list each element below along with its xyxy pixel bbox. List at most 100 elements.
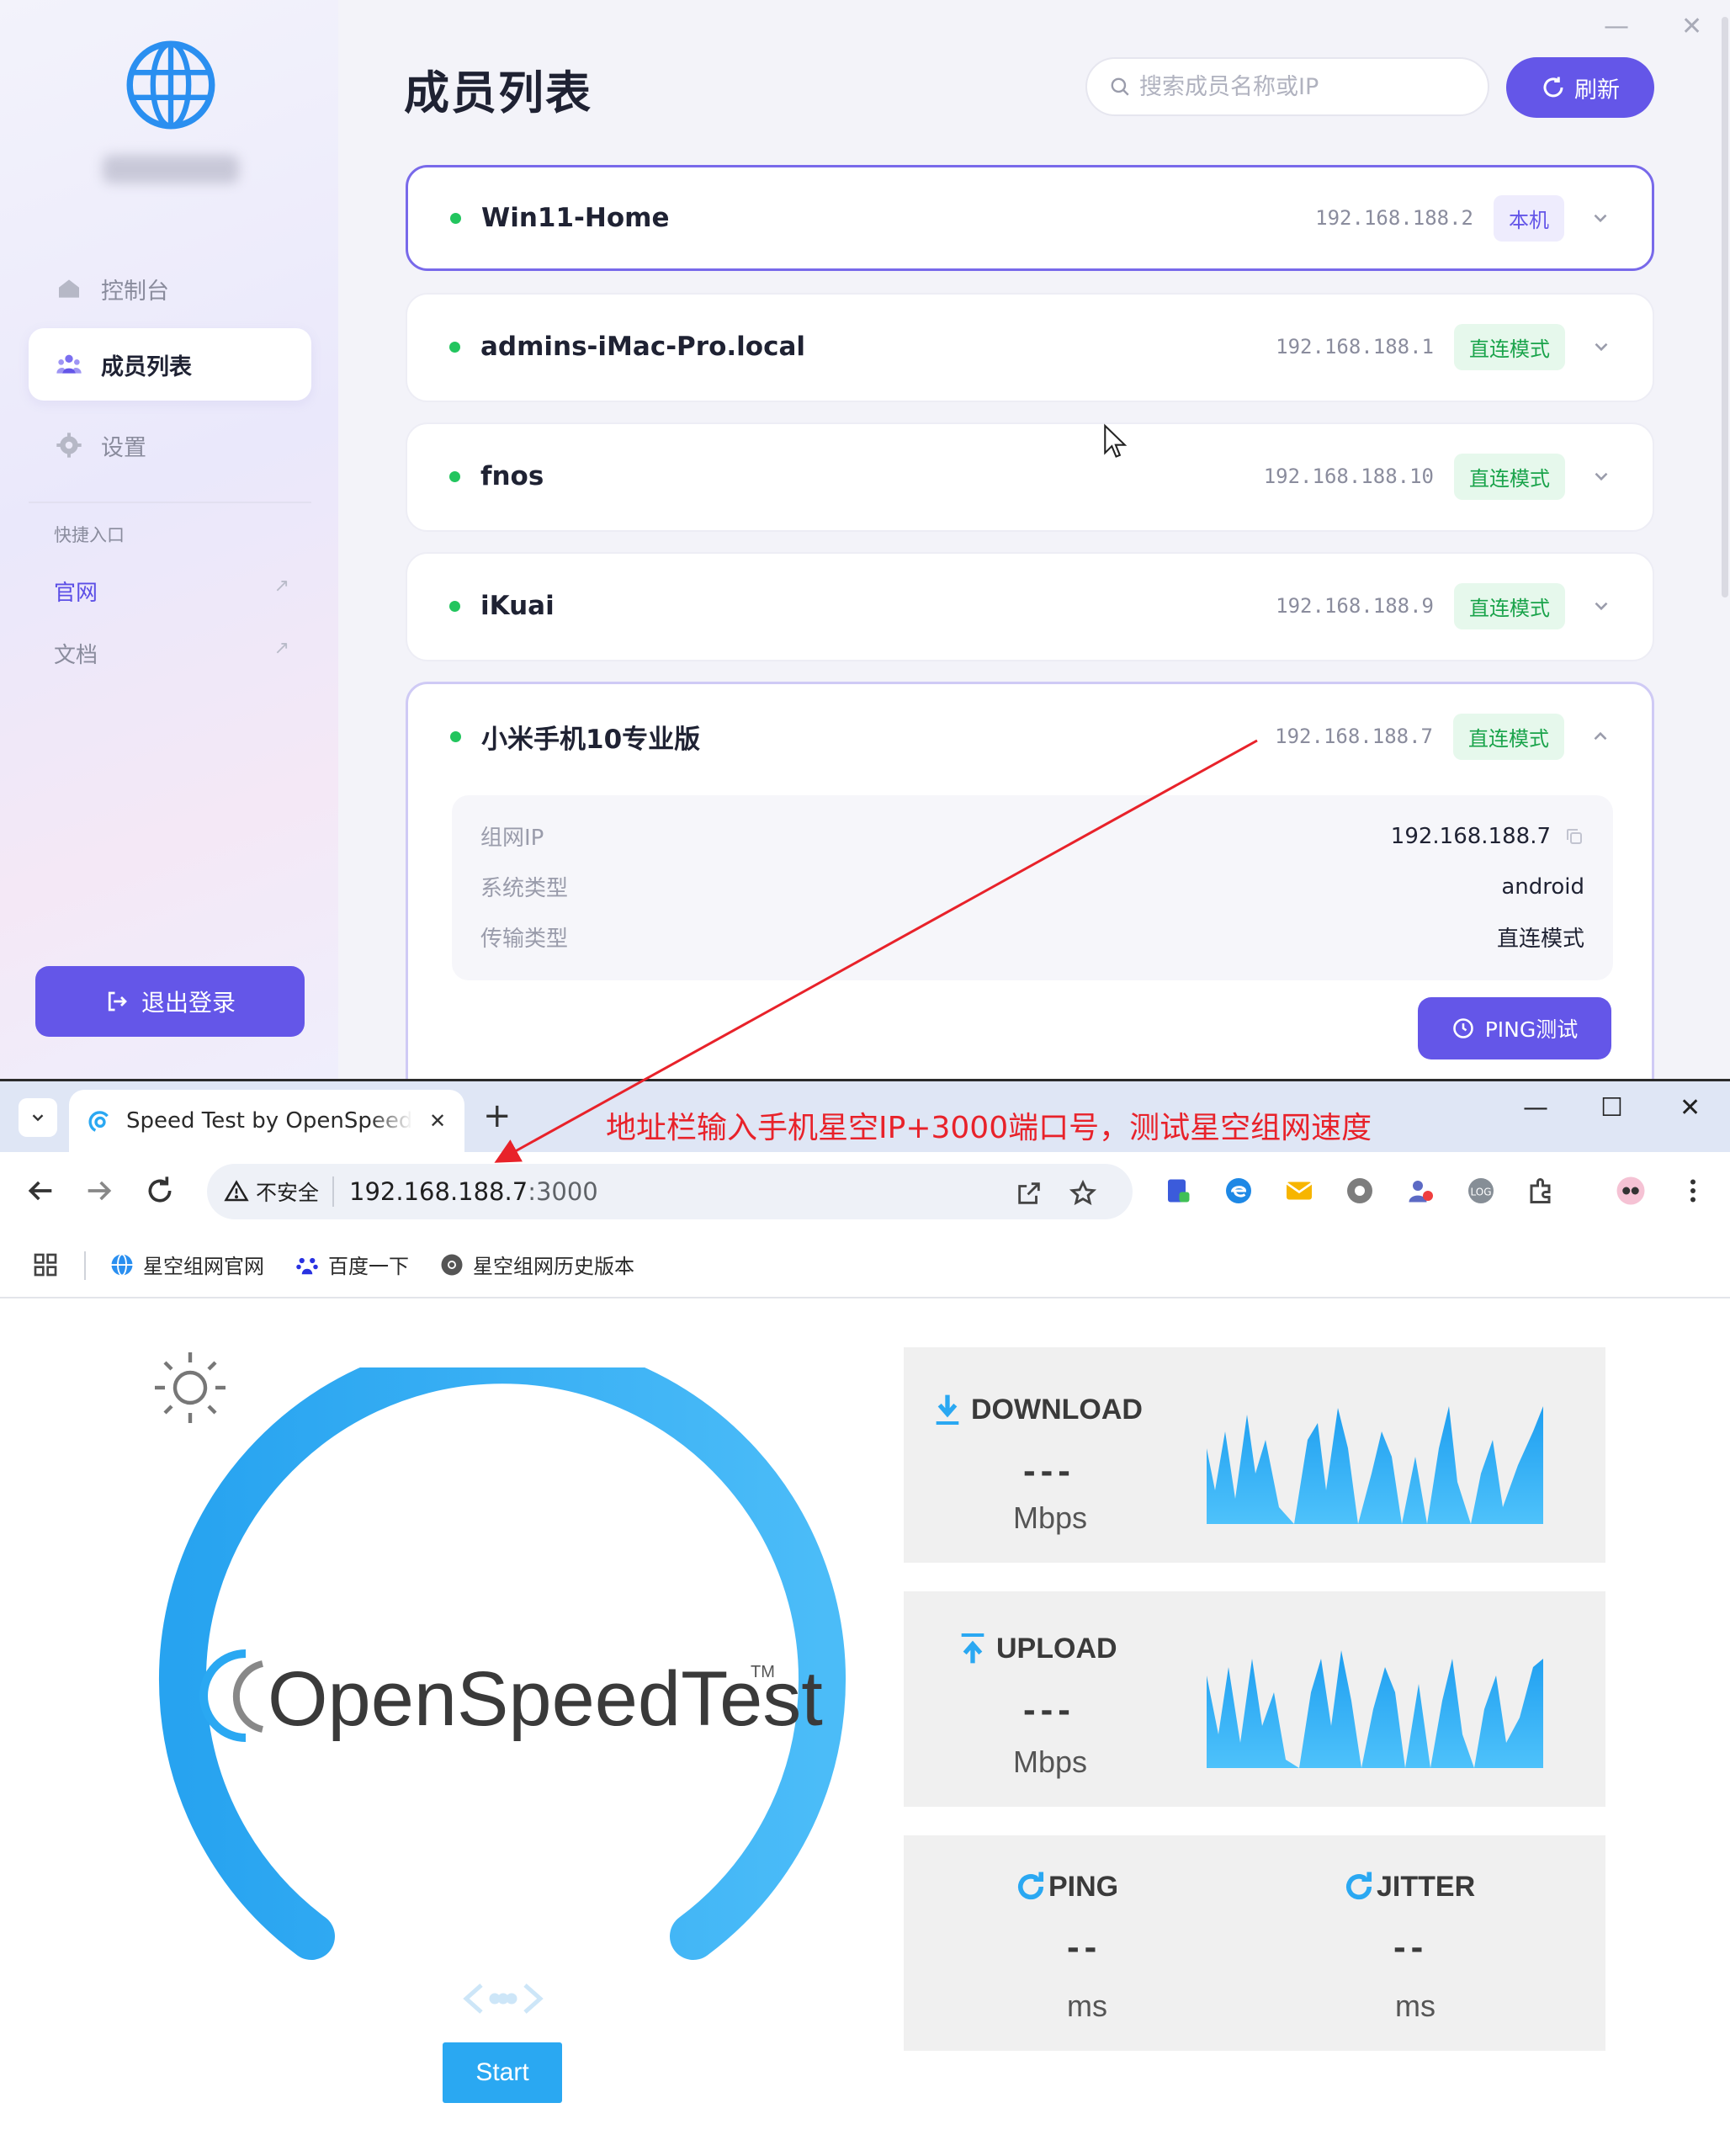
browser-maximize-button[interactable]: ☐ (1600, 1093, 1623, 1123)
connection-mode-badge: 直连模式 (1453, 713, 1564, 760)
start-test-button[interactable]: Start (443, 2042, 562, 2103)
quick-link-label: 文档 (54, 643, 98, 668)
upload-arrow-icon (961, 1633, 984, 1664)
download-arrow-icon (936, 1394, 959, 1425)
member-name: iKuai (480, 591, 555, 621)
baidu-paw-icon (296, 1257, 318, 1274)
member-card-win11-home[interactable]: Win11-Home 192.168.188.2 本机 (406, 165, 1654, 271)
extension-user-icon[interactable] (1405, 1176, 1435, 1206)
extension-reader-icon[interactable] (1163, 1176, 1193, 1206)
app-logo-globe-icon (126, 40, 215, 130)
quick-link-website[interactable]: 官网 ↗ (54, 576, 289, 607)
ping-test-button[interactable]: PING测试 (1418, 997, 1611, 1059)
gear-icon (56, 433, 82, 458)
instruction-annotation: 地址栏输入手机星空IP+3000端口号，测试星空组网速度 (606, 1111, 1372, 1145)
chevron-down-icon (32, 1114, 44, 1122)
chevron-down-icon[interactable] (1590, 336, 1612, 358)
share-icon[interactable] (1015, 1179, 1043, 1208)
profile-avatar-icon[interactable] (1616, 1176, 1646, 1206)
browser-toolbar: 不安全 192.168.188.7:3000 LOG (0, 1152, 1730, 1233)
mouse-cursor-icon (1104, 423, 1128, 458)
browser-menu-kebab-icon[interactable] (1678, 1176, 1708, 1206)
bookmarks-divider (84, 1251, 86, 1280)
extension-mail-icon[interactable] (1284, 1176, 1314, 1206)
browser-close-button[interactable]: ✕ (1680, 1093, 1701, 1123)
member-name: Win11-Home (481, 203, 670, 233)
member-list-scrollbar[interactable] (1722, 17, 1728, 597)
bookmark-label: 星空组网历史版本 (473, 1255, 634, 1278)
gauge-arc (159, 1367, 846, 1960)
sidebar-item-dashboard[interactable]: 控制台 (29, 252, 311, 325)
page-title: 成员列表 (404, 66, 592, 119)
copy-icon[interactable] (1564, 826, 1584, 847)
sidebar-item-settings[interactable]: 设置 (29, 409, 311, 481)
detail-value: 直连模式 (1496, 927, 1584, 952)
member-card-xiaomi-phone[interactable]: 小米手机10专业版 192.168.188.7 直连模式 组网IP 192.16… (406, 682, 1654, 1079)
extension-edge-icon[interactable] (1223, 1176, 1254, 1206)
chevron-down-icon[interactable] (1589, 207, 1611, 229)
logout-icon (108, 991, 127, 1012)
online-status-dot (450, 212, 461, 224)
url-text[interactable]: 192.168.188.7:3000 (349, 1177, 598, 1206)
vpn-app-window: gdsl0883 控制台 成员列表 设置 快捷入口 官网 ↗ (0, 0, 1730, 1079)
detail-row-ip: 组网IP 192.168.188.7 (480, 820, 1584, 852)
tab-speed-test[interactable]: Speed Test by OpenSpeedTest ✕ (69, 1090, 464, 1152)
member-ip: 192.168.188.2 (1315, 206, 1473, 230)
member-ip: 192.168.188.10 (1263, 465, 1434, 488)
jitter-refresh-icon (1346, 1872, 1372, 1900)
ping-unit: ms (1067, 1989, 1107, 2023)
external-link-icon: ↗ (273, 638, 289, 659)
tab-strip: Speed Test by OpenSpeedTest ✕ + 地址栏输入手机星… (0, 1081, 1730, 1152)
tab-close-icon[interactable]: ✕ (429, 1109, 446, 1133)
connection-mode-badge: 直连模式 (1454, 582, 1565, 629)
logout-label: 退出登录 (141, 989, 236, 1017)
openspeedtest-favicon-icon (88, 1111, 109, 1132)
bookmark-star-icon[interactable] (1069, 1179, 1097, 1208)
address-bar[interactable]: 不安全 192.168.188.7:3000 (207, 1164, 1133, 1219)
ping-test-label: PING测试 (1484, 1017, 1579, 1042)
browser-minimize-button[interactable]: — (1523, 1093, 1548, 1123)
not-secure-label[interactable]: 不安全 (256, 1176, 335, 1207)
upload-panel: UPLOAD --- Mbps (904, 1591, 1605, 1807)
chevron-down-icon[interactable] (1590, 595, 1612, 617)
jitter-unit: ms (1395, 1989, 1435, 2023)
chevron-up-icon[interactable] (1589, 725, 1611, 747)
upload-label: UPLOAD (996, 1632, 1117, 1665)
logout-button[interactable]: 退出登录 (35, 966, 305, 1037)
search-icon (1111, 77, 1129, 96)
quick-link-docs[interactable]: 文档 ↗ (54, 638, 289, 669)
detail-label: 传输类型 (480, 927, 569, 952)
new-tab-button[interactable]: + (483, 1097, 512, 1135)
forward-arrow-icon[interactable] (82, 1174, 116, 1208)
refresh-button[interactable]: 刷新 (1506, 57, 1654, 118)
apps-grid-icon[interactable] (32, 1251, 59, 1278)
extensions-puzzle-icon[interactable] (1526, 1176, 1557, 1206)
search-input[interactable] (1139, 73, 1476, 100)
extension-globe-icon[interactable] (1345, 1176, 1375, 1206)
app-minimize-button[interactable]: — (1604, 12, 1629, 41)
bookmark-official-site[interactable]: 星空组网官网 (109, 1250, 264, 1279)
username-blurred: gdsl0883 (103, 155, 239, 183)
extension-log-icon[interactable]: LOG (1466, 1176, 1496, 1206)
mesh-ip-value: 192.168.188.7 (1390, 823, 1551, 849)
member-card-fnos[interactable]: fnos 192.168.188.10 直连模式 (406, 422, 1654, 532)
sidebar-item-members[interactable]: 成员列表 (29, 328, 311, 401)
sidebar-item-label: 成员列表 (101, 353, 192, 380)
back-arrow-icon[interactable] (24, 1174, 57, 1208)
tab-search-button[interactable] (19, 1098, 57, 1137)
bookmark-label: 百度一下 (328, 1255, 409, 1278)
chevron-down-icon[interactable] (1590, 465, 1612, 487)
chrome-icon (441, 1254, 463, 1275)
member-name: fnos (480, 461, 544, 491)
member-card-ikuai[interactable]: iKuai 192.168.188.9 直连模式 (406, 552, 1654, 661)
openspeedtest-logo: OpenSpeedTest TM (199, 1649, 823, 1742)
download-panel: DOWNLOAD --- Mbps (904, 1347, 1605, 1563)
sidebar-item-label: 设置 (101, 434, 146, 461)
app-close-button[interactable]: ✕ (1681, 12, 1702, 41)
bookmark-history-versions[interactable]: 星空组网历史版本 (439, 1250, 634, 1279)
logo-trademark: TM (751, 1663, 775, 1681)
member-card-admins-imac[interactable]: admins-iMac-Pro.local 192.168.188.1 直连模式 (406, 293, 1654, 402)
member-search-box[interactable] (1085, 57, 1489, 116)
reload-icon[interactable] (143, 1174, 177, 1208)
bookmark-baidu[interactable]: 百度一下 (295, 1250, 409, 1279)
